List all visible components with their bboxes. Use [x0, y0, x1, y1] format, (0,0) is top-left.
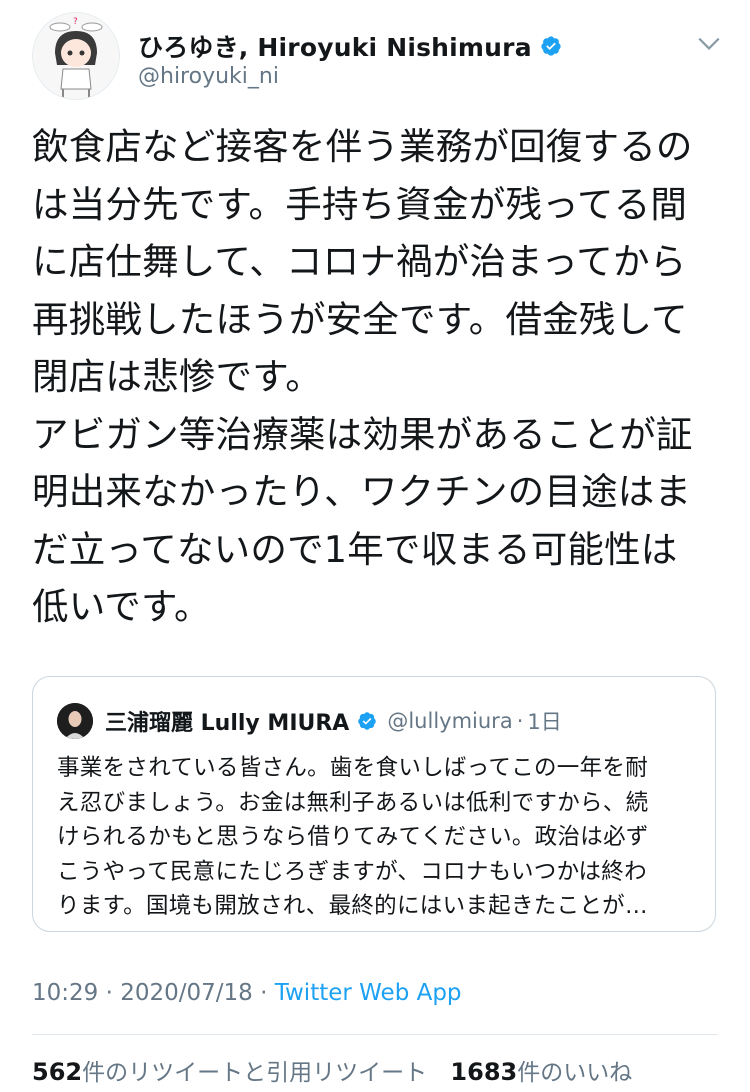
divider	[32, 1034, 718, 1035]
quoted-author-display-name: 三浦瑠麗 Lully MIURA	[105, 711, 350, 736]
verified-badge-icon	[541, 36, 561, 56]
tweet-metadata: 10:29 · 2020/07/18 · Twitter Web App	[32, 980, 462, 1006]
retweets-count: 562	[32, 1058, 83, 1086]
likes-label: 件のいいね	[517, 1060, 633, 1086]
tweet-stats: 562件のリツイートと引用リツイート 1683件のいいね	[32, 1053, 632, 1087]
quoted-author-handle: @lullymiura	[387, 709, 513, 733]
retweets-stat[interactable]: 562件のリツイートと引用リツイート	[32, 1058, 428, 1086]
tweet-text: 飲食店など接客を伴う業務が回復するの は当分先です。手持ち資金が残ってる間 に店…	[32, 125, 693, 628]
tweet-time[interactable]: 10:29	[32, 980, 98, 1006]
meta-separator: ·	[98, 980, 121, 1006]
quoted-author-avatar	[57, 703, 93, 739]
likes-count: 1683	[450, 1058, 518, 1086]
tweet-header: ? ひろゆき, Hiroyuki Nishimura @hiroyuki_ni	[32, 12, 722, 102]
author-handle[interactable]: @hiroyuki_ni	[138, 64, 279, 89]
verified-badge-icon	[358, 712, 377, 730]
chevron-down-icon[interactable]	[696, 30, 722, 56]
meta-separator: ·	[252, 980, 275, 1006]
quoted-tweet-text: 事業をされている皆さん。歯を食いしばってこの一年を耐 え忍びましょう。お金は無利…	[57, 755, 649, 919]
tweet-date[interactable]: 2020/07/18	[120, 980, 253, 1006]
svg-text:?: ?	[73, 17, 78, 27]
retweets-label: 件のリツイートと引用リツイート	[82, 1060, 428, 1086]
quoted-tweet-card[interactable]: 三浦瑠麗 Lully MIURA @lullymiura · 1日 事業をされて…	[32, 676, 716, 932]
author-display-name[interactable]: ひろゆき, Hiroyuki Nishimura	[138, 28, 532, 64]
author-avatar[interactable]: ?	[32, 12, 120, 100]
quoted-time: 1日	[527, 710, 562, 734]
likes-stat[interactable]: 1683件のいいね	[450, 1058, 633, 1086]
quoted-separator: ·	[516, 709, 524, 733]
tweet-source-link[interactable]: Twitter Web App	[275, 980, 462, 1006]
